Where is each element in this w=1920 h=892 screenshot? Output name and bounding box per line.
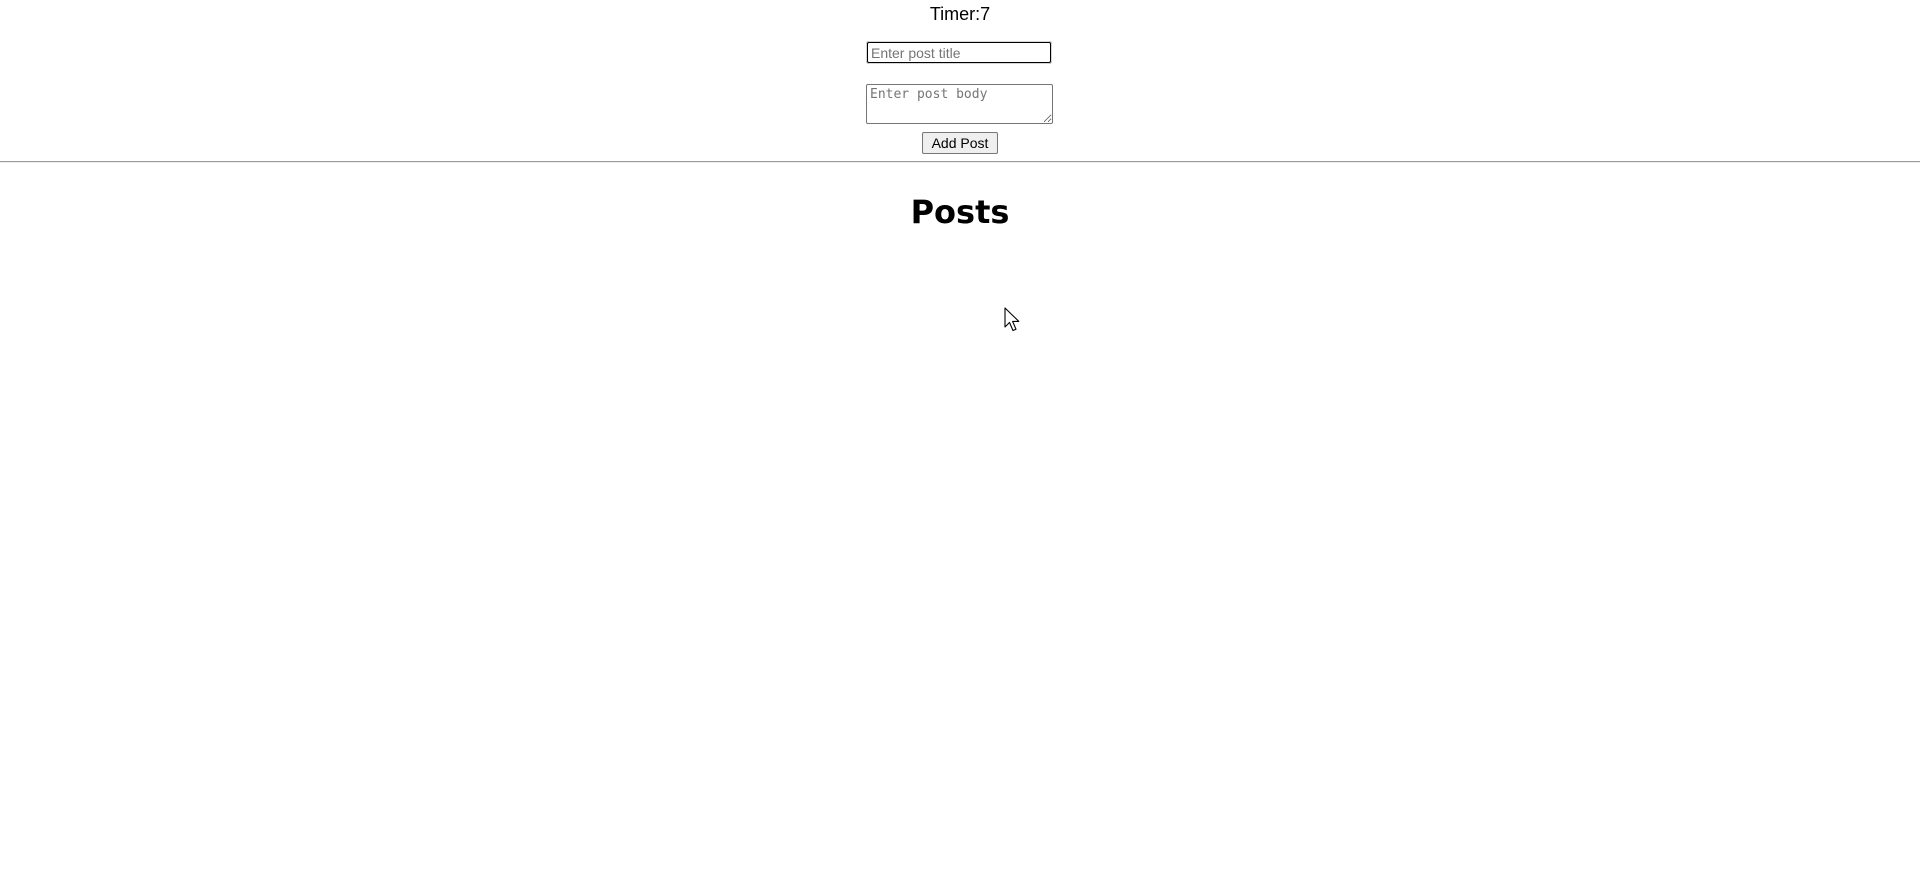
- divider: [0, 161, 1920, 163]
- posts-list: [0, 245, 1920, 305]
- timer-display: Timer:7: [0, 2, 1920, 26]
- page: Timer:7 Add Post Posts: [0, 0, 1920, 892]
- mouse-pointer-icon: [1004, 307, 1020, 332]
- post-body-textarea[interactable]: [866, 84, 1053, 124]
- add-post-button[interactable]: Add Post: [922, 132, 998, 154]
- posts-heading: Posts: [910, 193, 1010, 231]
- timer-label: Timer:: [929, 4, 981, 24]
- post-title-input[interactable]: [866, 41, 1052, 64]
- timer-value: 7: [980, 4, 991, 24]
